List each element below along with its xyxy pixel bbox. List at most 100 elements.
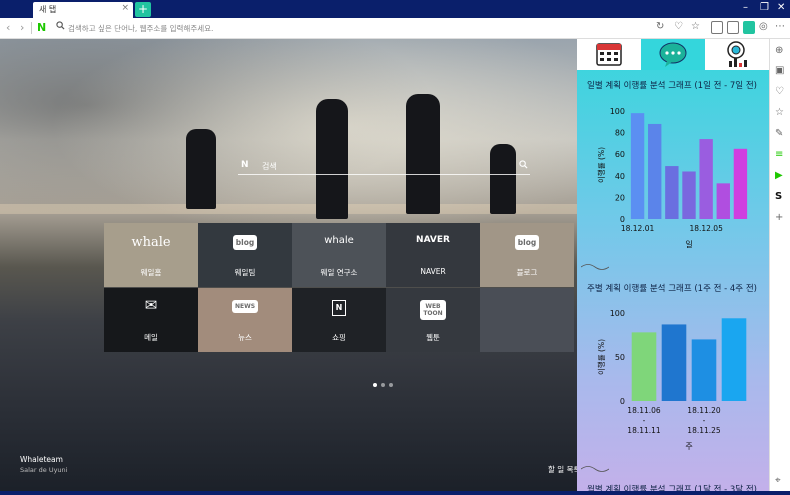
toolbar: ‹ › N 검색하고 싶은 단어나, 웹주소를 입력해주세요. ↻ ♡ ☆ ◎ … — [0, 18, 790, 39]
chart-bar — [648, 123, 662, 219]
naver-logo-icon: NAVER — [416, 235, 450, 245]
tile-empty[interactable] — [480, 288, 574, 352]
tile-mail[interactable]: ✉ 메일 — [104, 288, 198, 352]
search-label[interactable]: 검색 — [262, 161, 277, 172]
tile-news[interactable]: NEWS 뉴스 — [198, 288, 292, 352]
pin-icon[interactable]: ⌖ — [775, 475, 781, 486]
y-tick-label: 100 — [610, 107, 625, 116]
panel-tab-chat[interactable] — [641, 39, 705, 70]
todo-list-link[interactable]: 할 일 목록 — [548, 464, 577, 475]
page-dot[interactable] — [381, 383, 385, 387]
analytics-icon — [727, 41, 747, 67]
tile-shopping[interactable]: N 쇼핑 — [292, 288, 386, 352]
x-tick-label: 18.11.20 — [687, 406, 721, 415]
x-axis-label: 주 — [685, 442, 692, 451]
silhouette-figure — [406, 94, 440, 214]
menu-icon[interactable]: ⋯ — [775, 21, 785, 32]
tile-label: 뉴스 — [238, 333, 252, 342]
tile-naver[interactable]: NAVER NAVER — [386, 223, 480, 287]
chart-bar — [665, 166, 679, 219]
tile-label: 메일 — [144, 333, 158, 342]
memo-icon[interactable]: ✎ — [775, 128, 783, 139]
tile-label: 쇼핑 — [332, 333, 346, 342]
y-tick-label: 0 — [620, 397, 625, 406]
divider-squiggle — [581, 466, 609, 472]
list-icon[interactable]: ≡ — [775, 149, 783, 160]
tile-label: 웨일홈 — [140, 268, 162, 277]
blog-icon: blog — [232, 235, 258, 250]
zoom-icon[interactable]: ⊕ — [775, 45, 783, 56]
chart-bar — [682, 171, 696, 219]
add-icon[interactable]: + — [775, 212, 783, 223]
page-indicator — [373, 380, 397, 390]
search-input[interactable] — [238, 174, 530, 175]
chart-bar — [630, 113, 645, 219]
browser-tab[interactable]: 새 탭 × — [33, 2, 133, 18]
weekly-chart: 050100이행률 (%)18.11.06-18.11.1118.11.20-1… — [596, 309, 747, 451]
address-bar[interactable]: 검색하고 싶은 단어나, 웹주소를 입력해주세요. — [54, 20, 702, 37]
chart-bar — [721, 318, 747, 401]
tile-webtoon[interactable]: WEB TOON 웹툰 — [386, 288, 480, 352]
new-tab-button[interactable]: + — [135, 2, 151, 17]
play-icon[interactable]: ▶ — [775, 170, 783, 181]
panel-tab-analytics[interactable] — [705, 39, 769, 70]
x-tick-label: 18.11.11 — [627, 426, 661, 435]
chat-bubble-icon — [659, 42, 687, 67]
page-dot[interactable] — [373, 383, 377, 387]
tile-label: 웨일 연구소 — [320, 268, 358, 277]
y-tick-label: 0 — [620, 215, 625, 224]
reload-icon[interactable]: ↻ — [656, 21, 664, 32]
forward-icon[interactable]: › — [20, 21, 24, 34]
naver-site-icon[interactable]: N — [37, 21, 49, 35]
x-tick-label: 18.12.05 — [689, 224, 723, 233]
star-icon[interactable]: ☆ — [691, 21, 700, 32]
profile-icon[interactable]: ◎ — [759, 21, 768, 32]
pocket-icon[interactable]: ♡ — [775, 86, 784, 97]
page-dot[interactable] — [389, 383, 393, 387]
split-view-icon[interactable] — [743, 21, 755, 34]
capture-icon[interactable] — [711, 21, 723, 34]
chart-bar — [716, 183, 730, 219]
weekly-chart-title: 주별 계획 이행률 분석 그래프 (1주 전 - 4주 전) — [587, 284, 757, 294]
blog-icon: blog — [514, 235, 540, 250]
title-bar: 새 탭 × + – ❐ ✕ — [0, 0, 790, 18]
silhouette-figure — [186, 129, 216, 209]
window-bottom-border — [0, 491, 790, 495]
panel-tab-calendar[interactable] — [577, 39, 641, 70]
silhouette-figure — [316, 99, 348, 219]
back-icon[interactable]: ‹ — [6, 21, 10, 34]
screen-icon[interactable]: ▣ — [775, 65, 784, 76]
search-icon[interactable] — [519, 160, 528, 172]
close-tab-icon[interactable]: × — [121, 3, 129, 13]
tile-label: NAVER — [420, 267, 446, 276]
chart-bar — [661, 324, 687, 401]
side-panel: 일별 계획 이행률 분석 그래프 (1일 전 - 7일 전) 0 20 40 60 80… — [577, 39, 769, 495]
y-axis-label: 이행률 (%) — [596, 339, 606, 375]
x-tick-label: - — [703, 416, 706, 425]
x-tick-label: - — [643, 416, 646, 425]
shopping-bag-icon: N — [332, 300, 346, 316]
heart-icon[interactable]: ♡ — [674, 21, 683, 32]
y-tick-label: 100 — [610, 309, 625, 318]
x-tick-label: 18.12.01 — [621, 224, 655, 233]
tile-whale-home[interactable]: whale 웨일홈 — [104, 223, 198, 287]
tile-blog[interactable]: blog 블로그 — [480, 223, 574, 287]
bookmark-star-icon[interactable]: ☆ — [775, 107, 784, 118]
silhouette-figure — [490, 144, 516, 214]
sidebar-icon[interactable] — [727, 21, 739, 34]
news-icon: NEWS — [231, 300, 259, 313]
close-window-icon[interactable]: ✕ — [777, 2, 785, 13]
photo-credit-place: Salar de Uyuni — [20, 466, 68, 474]
tile-whale-lab[interactable]: whale 웨일 연구소 — [292, 223, 386, 287]
y-tick-label: 80 — [615, 129, 625, 138]
daily-chart: 0 20 40 60 80 100 이행률 (%) 18.12.01 18.12.05 일 — [596, 107, 748, 249]
restore-icon[interactable]: ❐ — [760, 2, 769, 13]
x-axis-label: 일 — [685, 240, 692, 249]
tile-whale-team[interactable]: blog 웨일팀 — [198, 223, 292, 287]
search-icon — [56, 21, 65, 33]
y-tick-label: 20 — [615, 193, 625, 202]
s-extension-icon[interactable]: S — [775, 191, 782, 202]
minimize-icon[interactable]: – — [743, 2, 748, 13]
y-tick-label: 50 — [615, 353, 625, 362]
webtoon-icon: WEB TOON — [420, 300, 446, 320]
